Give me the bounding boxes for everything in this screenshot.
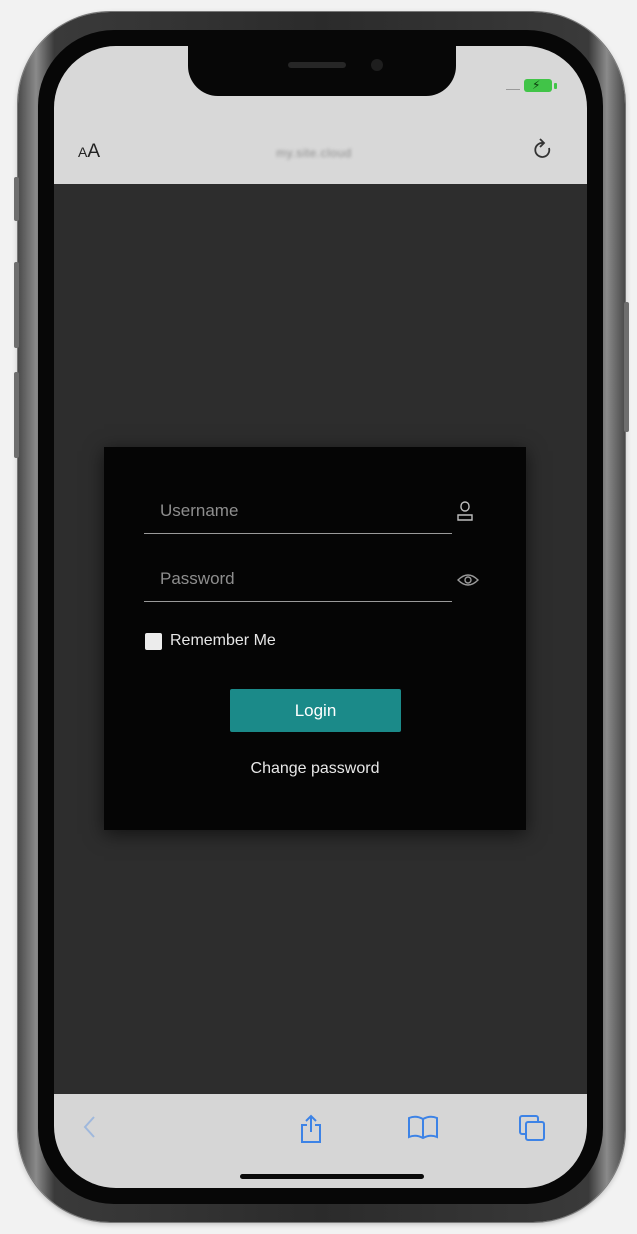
text-size-button[interactable]: AA bbox=[78, 141, 100, 163]
charging-bolt-icon: ⚡ bbox=[532, 78, 541, 92]
volume-down-button bbox=[14, 372, 19, 458]
volume-up-button bbox=[14, 262, 19, 348]
change-password-link[interactable]: Change password bbox=[104, 760, 526, 778]
password-field bbox=[144, 557, 452, 602]
browser-address-bar: AA my.site.cloud bbox=[54, 116, 587, 184]
login-card: Remember Me Login Change password bbox=[104, 447, 526, 830]
share-icon[interactable] bbox=[299, 1114, 323, 1144]
notch bbox=[188, 46, 456, 96]
bookmarks-icon[interactable] bbox=[407, 1114, 439, 1140]
reload-icon[interactable] bbox=[532, 138, 554, 162]
back-icon[interactable] bbox=[82, 1114, 98, 1140]
home-indicator bbox=[240, 1174, 424, 1179]
front-camera bbox=[371, 59, 383, 71]
user-icon bbox=[457, 501, 473, 521]
tabs-icon[interactable] bbox=[518, 1114, 546, 1142]
remember-me-label: Remember Me bbox=[170, 632, 276, 649]
phone-screen: ⚡ AA my.site.cloud Username Remember Me … bbox=[54, 46, 587, 1188]
password-input[interactable] bbox=[144, 557, 450, 601]
browser-toolbar bbox=[54, 1094, 587, 1188]
phone-frame: ⚡ AA my.site.cloud Username Remember Me … bbox=[14, 12, 629, 1222]
power-button bbox=[624, 302, 629, 432]
battery-tip bbox=[554, 83, 557, 89]
page-content: Remember Me Login Change password bbox=[54, 184, 587, 1094]
action-button bbox=[14, 177, 19, 221]
phone-bezel: ⚡ AA my.site.cloud Username Remember Me … bbox=[38, 30, 603, 1204]
signal-indicator bbox=[506, 89, 520, 90]
username-input[interactable] bbox=[144, 489, 450, 533]
login-button[interactable]: Login bbox=[230, 689, 401, 732]
text-size-small-glyph: A bbox=[78, 144, 88, 160]
text-size-big-glyph: A bbox=[87, 141, 101, 162]
remember-me-checkbox[interactable] bbox=[145, 632, 162, 650]
username-field bbox=[144, 489, 452, 534]
url-text[interactable]: my.site.cloud bbox=[244, 146, 384, 162]
speaker bbox=[288, 62, 346, 68]
remember-me[interactable]: Remember Me bbox=[145, 630, 276, 652]
eye-icon[interactable] bbox=[457, 573, 479, 587]
